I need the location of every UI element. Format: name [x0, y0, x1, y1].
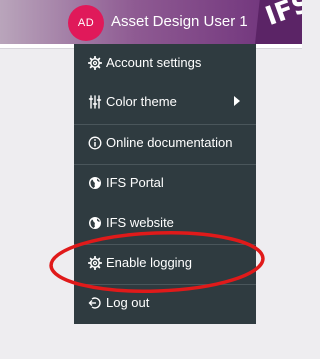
menu-item-online-documentation[interactable]: Online documentation — [74, 124, 256, 163]
menu-item-label: Account settings — [106, 55, 202, 70]
menu-item-label: IFS website — [106, 215, 174, 230]
avatar[interactable]: AD — [68, 5, 104, 41]
menu-item-label: Log out — [106, 295, 150, 310]
menu-item-label: Online documentation — [106, 135, 233, 150]
menu-item-color-theme[interactable]: Color theme — [74, 83, 256, 122]
menu-item-ifs-website[interactable]: IFS website — [74, 204, 256, 243]
ifs-logo: IFS — [255, 0, 302, 44]
menu-item-label: Enable logging — [106, 255, 193, 270]
top-bar: AD Asset Design User 1 IFS — [0, 0, 302, 44]
info-icon — [88, 136, 102, 150]
menu-item-log-out[interactable]: Log out — [74, 284, 256, 323]
page: AD Asset Design User 1 IFS Account setti… — [0, 0, 302, 359]
gear-icon — [88, 56, 102, 70]
menu-item-ifs-portal[interactable]: IFS Portal — [74, 164, 256, 203]
menu-item-account-settings[interactable]: Account settings — [74, 44, 256, 83]
globe-icon — [89, 217, 101, 229]
user-menu: Account settings Color theme Online docu… — [74, 44, 256, 324]
globe-icon — [89, 177, 101, 189]
sliders-icon — [88, 95, 102, 109]
logout-icon — [88, 297, 101, 309]
menu-item-label: IFS Portal — [106, 175, 164, 190]
menu-item-enable-logging[interactable]: Enable logging — [74, 244, 256, 283]
chevron-right-icon — [234, 96, 240, 106]
gear-icon — [88, 256, 102, 270]
user-name[interactable]: Asset Design User 1 — [111, 12, 248, 32]
menu-item-label: Color theme — [106, 94, 177, 109]
